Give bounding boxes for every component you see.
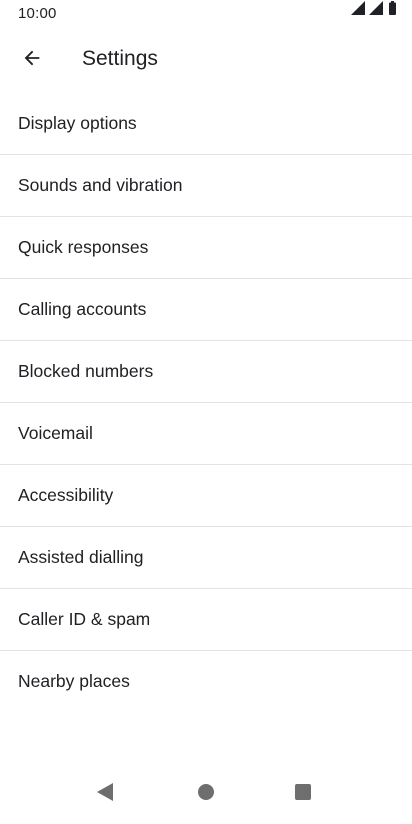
nav-recents-icon <box>294 783 312 806</box>
settings-list: Display options Sounds and vibration Qui… <box>0 93 412 712</box>
settings-item-label: Calling accounts <box>18 299 147 319</box>
settings-item-label: Nearby places <box>18 671 130 691</box>
settings-item-label: Voicemail <box>18 423 93 443</box>
settings-item-accessibility[interactable]: Accessibility <box>0 465 412 527</box>
nav-recents-button[interactable] <box>283 778 323 810</box>
nav-home-button[interactable] <box>186 778 226 810</box>
settings-item-caller-id-spam[interactable]: Caller ID & spam <box>0 589 412 651</box>
arrow-back-icon <box>21 47 43 74</box>
settings-item-calling-accounts[interactable]: Calling accounts <box>0 279 412 341</box>
settings-item-label: Sounds and vibration <box>18 175 183 195</box>
nav-home-icon <box>197 783 215 806</box>
settings-item-assisted-dialling[interactable]: Assisted dialling <box>0 527 412 589</box>
status-time: 10:00 <box>18 5 57 22</box>
back-button[interactable] <box>8 36 56 84</box>
app-bar: Settings <box>0 28 412 92</box>
settings-item-label: Assisted dialling <box>18 547 144 567</box>
nav-back-button[interactable] <box>85 778 125 810</box>
settings-item-label: Quick responses <box>18 237 149 257</box>
settings-item-sounds-and-vibration[interactable]: Sounds and vibration <box>0 155 412 217</box>
settings-item-label: Blocked numbers <box>18 361 154 381</box>
navigation-bar <box>0 764 412 824</box>
settings-item-voicemail[interactable]: Voicemail <box>0 403 412 465</box>
settings-item-display-options[interactable]: Display options <box>0 93 412 155</box>
nav-back-icon <box>96 782 114 807</box>
settings-item-blocked-numbers[interactable]: Blocked numbers <box>0 341 412 403</box>
settings-item-quick-responses[interactable]: Quick responses <box>0 217 412 279</box>
signal-icon <box>369 1 383 20</box>
page-title: Settings <box>82 47 158 70</box>
settings-item-label: Accessibility <box>18 485 114 505</box>
settings-item-nearby-places[interactable]: Nearby places <box>0 651 412 712</box>
status-icons <box>351 1 396 20</box>
signal-icon <box>351 1 365 20</box>
status-bar: 10:00 <box>0 0 412 28</box>
settings-item-label: Caller ID & spam <box>18 609 151 629</box>
battery-icon <box>389 1 396 20</box>
settings-item-label: Display options <box>18 113 137 133</box>
